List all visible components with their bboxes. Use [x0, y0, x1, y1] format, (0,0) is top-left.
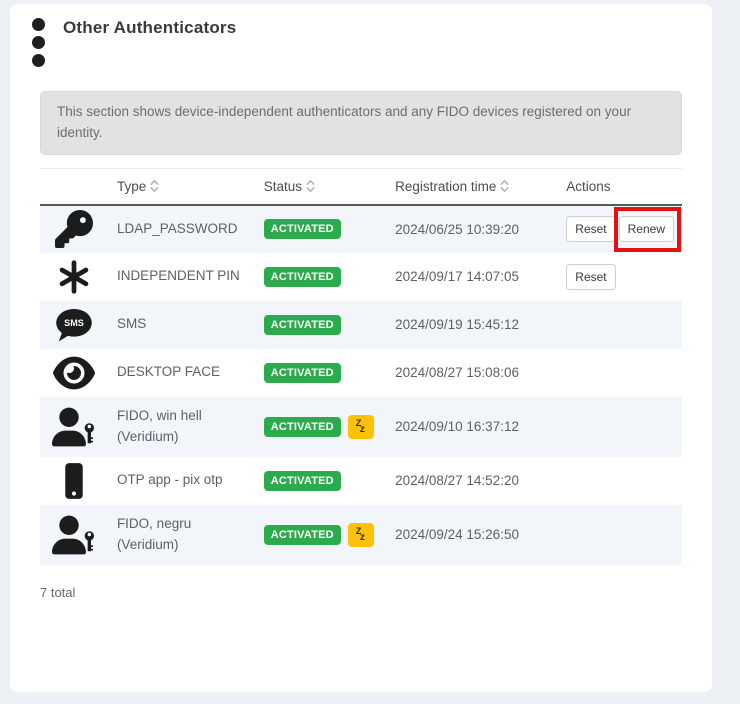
table-row: SMS SMS ACTIVATED 2024/09/19 15:45:12 — [40, 301, 682, 349]
panel-header: Other Authenticators — [10, 4, 712, 67]
key-icon — [55, 210, 93, 248]
snooze-icon: Zz — [348, 523, 374, 547]
registration-time: 2024/09/10 16:37:12 — [387, 397, 558, 457]
status-badge: ACTIVATED — [264, 267, 341, 287]
status-badge: ACTIVATED — [264, 315, 341, 335]
sort-icon[interactable] — [306, 179, 315, 193]
reset-button[interactable]: Reset — [566, 216, 615, 242]
info-banner: This section shows device-independent au… — [40, 91, 682, 155]
status-badge: ACTIVATED — [264, 363, 341, 383]
authenticator-type: FIDO, negru — [117, 514, 248, 535]
asterisk-icon — [56, 258, 92, 296]
authenticator-type: OTP app - pix otp — [117, 470, 248, 491]
header-status[interactable]: Status — [256, 168, 387, 205]
status-badge: ACTIVATED — [264, 525, 341, 545]
authenticator-subtype: (Veridium) — [117, 427, 248, 448]
authenticators-table: Type Status Registration time Actions LD… — [40, 168, 682, 565]
eye-icon — [53, 354, 95, 392]
table-row: INDEPENDENT PIN ACTIVATED 2024/09/17 14:… — [40, 253, 682, 301]
page-title: Other Authenticators — [63, 18, 236, 38]
header-registration-time[interactable]: Registration time — [387, 168, 558, 205]
header-type[interactable]: Type — [109, 168, 256, 205]
status-badge: ACTIVATED — [264, 417, 341, 437]
snooze-icon: Zz — [348, 415, 374, 439]
header-actions: Actions — [558, 168, 682, 205]
status-badge: ACTIVATED — [264, 219, 341, 239]
authenticator-subtype: (Veridium) — [117, 535, 248, 556]
registration-time: 2024/06/25 10:39:20 — [387, 205, 558, 253]
registration-time: 2024/08/27 14:52:20 — [387, 457, 558, 505]
status-badge: ACTIVATED — [264, 471, 341, 491]
svg-text:SMS: SMS — [65, 318, 85, 328]
table-row: LDAP_PASSWORD ACTIVATED 2024/06/25 10:39… — [40, 205, 682, 253]
header-icon-col — [40, 168, 109, 205]
authenticator-type: SMS — [117, 314, 248, 335]
authenticator-type: FIDO, win hell — [117, 406, 248, 427]
phone-icon — [55, 461, 93, 501]
registration-time: 2024/09/19 15:45:12 — [387, 301, 558, 349]
registration-time: 2024/09/17 14:07:05 — [387, 253, 558, 301]
table-row: FIDO, win hell(Veridium) ACTIVATED Zz 202… — [40, 397, 682, 457]
table-row: FIDO, negru(Veridium) ACTIVATED Zz 2024/0… — [40, 505, 682, 565]
other-authenticators-panel: Other Authenticators This section shows … — [10, 4, 712, 692]
authenticator-type: LDAP_PASSWORD — [117, 219, 248, 240]
reset-button[interactable]: Reset — [566, 264, 615, 290]
table-row: DESKTOP FACE ACTIVATED 2024/08/27 15:08:… — [40, 349, 682, 397]
registration-time: 2024/09/24 15:26:50 — [387, 505, 558, 565]
kebab-menu-icon[interactable] — [32, 17, 45, 67]
sort-icon[interactable] — [150, 179, 159, 193]
table-header-row: Type Status Registration time Actions — [40, 168, 682, 205]
user-key-icon — [52, 407, 96, 447]
sort-icon[interactable] — [500, 179, 509, 193]
user-key-icon — [52, 515, 96, 555]
table-row: OTP app - pix otp ACTIVATED 2024/08/27 1… — [40, 457, 682, 505]
authenticator-type: DESKTOP FACE — [117, 362, 248, 383]
authenticator-type: INDEPENDENT PIN — [117, 266, 248, 287]
sms-icon: SMS — [54, 307, 94, 343]
renew-button[interactable]: Renew — [619, 216, 674, 242]
total-count: 7 total — [40, 585, 712, 600]
registration-time: 2024/08/27 15:08:06 — [387, 349, 558, 397]
